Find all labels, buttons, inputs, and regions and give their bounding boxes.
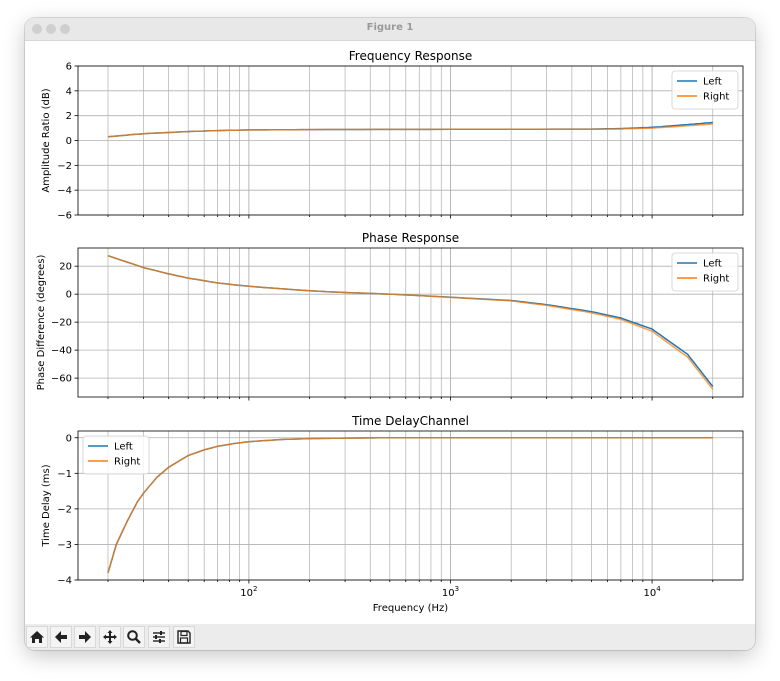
y-tick-label: −4 — [57, 576, 72, 587]
x-axis-label: Frequency (Hz) — [373, 603, 449, 614]
subplot-1: 6 4 2 0 −2 −4 −6 Frequency Response Amplitude Ra… — [41, 49, 744, 222]
y-axis-label: Phase Difference (degrees) — [36, 254, 47, 390]
legend-label-right: Right — [703, 274, 729, 285]
series-line-left — [107, 437, 713, 574]
legend: Left Right — [671, 70, 739, 110]
y-tick-label: −6 — [57, 211, 72, 222]
y-tick-label: 4 — [66, 86, 72, 97]
figure-canvas: 6420−2−4−6Frequency ResponseAmplitude Ra… — [36, 49, 744, 614]
y-tick-label: −3 — [57, 540, 72, 551]
legend-label-right: Right — [114, 457, 140, 468]
x-tick-label: 104 — [643, 585, 661, 599]
y-tick-label: −20 — [51, 318, 72, 329]
legend-label-right: Right — [703, 92, 729, 103]
y-axis-label: Time Delay (ms) — [41, 464, 52, 547]
subplot-title: Frequency Response — [349, 49, 472, 63]
legend-label-left: Left — [703, 77, 722, 88]
legend: Left Right — [671, 252, 739, 292]
x-tick-label-exponent: 4 — [656, 585, 661, 593]
x-tick-label-exponent: 2 — [253, 585, 257, 593]
subplot-3: 0−1−2−3−4102 103 104Time DelayChannelTime … — [41, 414, 744, 614]
legend-label-left: Left — [703, 259, 722, 270]
subplot-title: Phase Response — [362, 231, 459, 245]
x-tick-label-base: 10 — [442, 588, 455, 599]
series-line-left — [107, 254, 714, 387]
subplot-title: Time DelayChannel — [351, 414, 469, 428]
x-tick-label: 102 — [240, 585, 257, 599]
axes-frame — [77, 430, 744, 581]
series-line-right — [107, 123, 713, 138]
y-axis-label: Amplitude Ratio (dB) — [41, 88, 52, 192]
y-tick-label: −1 — [57, 469, 72, 480]
y-tick-label: 20 — [59, 262, 72, 273]
y-tick-label: 0 — [66, 136, 72, 147]
x-tick-label-base: 10 — [643, 588, 656, 599]
y-tick-label: −2 — [57, 504, 72, 515]
y-tick-label: −4 — [57, 186, 72, 197]
series-line-right — [107, 437, 713, 574]
y-tick-label: 0 — [66, 433, 72, 444]
y-tick-label: −2 — [57, 161, 72, 172]
x-tick-label-base: 10 — [240, 588, 253, 599]
x-tick-label-exponent: 3 — [455, 585, 459, 593]
legend: Left Right — [82, 435, 150, 475]
y-tick-label: 0 — [66, 290, 72, 301]
y-tick-label: −40 — [51, 346, 72, 357]
y-tick-label: 2 — [66, 111, 72, 122]
subplot-2: 20 0 −20 −40 −60 Phase Response Phase Differen… — [36, 231, 744, 401]
y-tick-label: −60 — [51, 374, 72, 385]
y-tick-label: 6 — [66, 62, 72, 73]
legend-label-left: Left — [114, 442, 133, 453]
x-tick-label: 103 — [442, 585, 459, 599]
